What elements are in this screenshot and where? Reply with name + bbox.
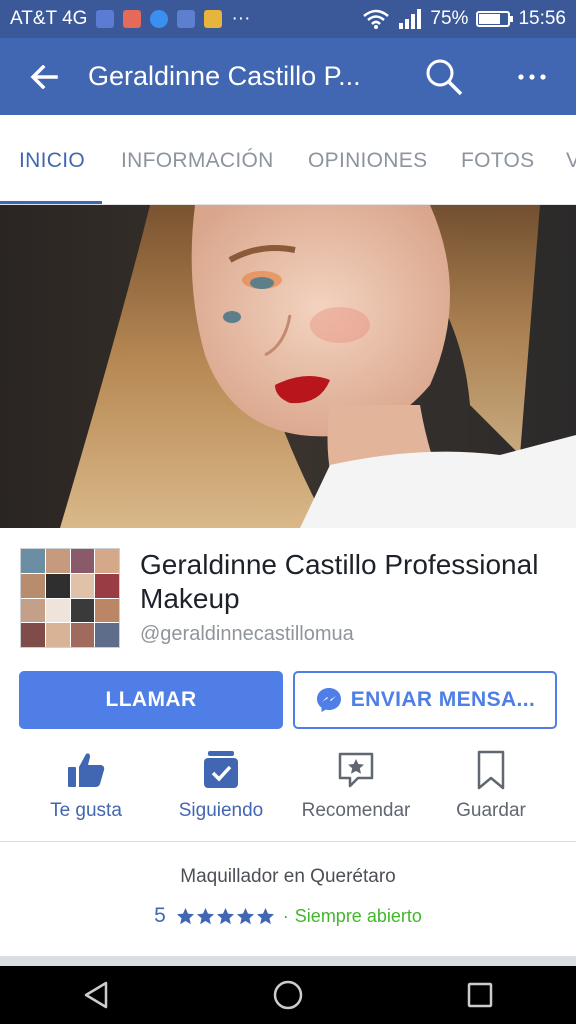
app-icon	[204, 10, 223, 28]
separator-dot: ·	[282, 905, 289, 926]
messenger-icon	[316, 688, 341, 712]
tab-inicio[interactable]: INICIO	[19, 115, 85, 204]
following-label: Siguiendo	[178, 800, 264, 821]
star-icon	[216, 907, 234, 924]
nav-recents-button[interactable]	[450, 966, 510, 1024]
recommend-icon	[338, 752, 374, 788]
thumbs-up-icon	[68, 753, 105, 787]
carrier-label: AT&T 4G	[10, 8, 88, 29]
section-separator	[0, 956, 576, 966]
page-name: Geraldinne Castillo Professional Makeup	[140, 549, 539, 614]
rating-stars	[176, 907, 275, 926]
battery-fill	[479, 14, 501, 24]
bookmark-icon	[477, 750, 505, 790]
recommend-action[interactable]: Recomendar	[284, 740, 428, 840]
circle-home-icon	[273, 980, 303, 1010]
back-button[interactable]	[0, 38, 88, 115]
tab-videos[interactable]: V	[566, 115, 576, 204]
save-action[interactable]: Guardar	[419, 740, 563, 840]
tab-fotos[interactable]: FOTOS	[461, 115, 534, 204]
more-options-button[interactable]	[488, 38, 576, 115]
square-recents-icon	[467, 982, 493, 1008]
facebook-icon	[177, 10, 196, 28]
star-icon	[176, 907, 194, 924]
battery-icon	[476, 11, 514, 27]
system-nav-bar	[0, 966, 576, 1024]
search-button[interactable]	[400, 38, 488, 115]
signal-icon	[399, 9, 422, 29]
triangle-back-icon	[84, 981, 108, 1009]
tab-bar: INICIO INFORMACIÓN OPINIONES FOTOS V	[0, 115, 576, 205]
save-label: Guardar	[456, 800, 526, 821]
messenger-icon	[150, 10, 169, 28]
divider	[0, 841, 576, 842]
rating-value: 5	[154, 904, 166, 927]
send-message-label: ENVIAR MENSA...	[350, 688, 536, 711]
more-notifications-icon: ···	[231, 8, 251, 29]
page-category[interactable]: Maquillador en Querétaro	[0, 866, 576, 888]
search-icon	[426, 59, 463, 95]
send-message-button[interactable]: ENVIAR MENSA...	[293, 671, 557, 729]
cover-photo-illustration	[0, 205, 576, 528]
following-icon	[204, 751, 238, 788]
action-row: Te gusta Siguiendo Recomendar Guardar	[0, 740, 576, 840]
sim-icon	[96, 10, 115, 28]
screen: AT&T 4G ··· 75% 15:56 Geraldinne Castill…	[0, 0, 576, 1024]
page-handle: @geraldinnecastillomua	[140, 623, 354, 645]
like-action[interactable]: Te gusta	[14, 740, 158, 840]
nav-home-button[interactable]	[258, 966, 318, 1024]
wifi-icon	[363, 9, 390, 29]
app-bar: Geraldinne Castillo P...	[0, 38, 576, 115]
gift-icon	[123, 10, 142, 28]
arrow-left-icon	[30, 64, 58, 89]
status-bar: AT&T 4G ··· 75% 15:56	[0, 0, 576, 38]
star-icon	[196, 907, 214, 924]
star-icon	[256, 907, 274, 924]
status-left: AT&T 4G ···	[10, 8, 250, 30]
cover-photo[interactable]	[0, 205, 576, 528]
page-title: Geraldinne Castillo P...	[88, 61, 361, 91]
battery-percent: 75%	[430, 8, 469, 29]
like-label: Te gusta	[50, 800, 122, 821]
profile-avatar[interactable]	[20, 548, 120, 648]
tab-informacion[interactable]: INFORMACIÓN	[121, 115, 274, 204]
nav-back-button[interactable]	[66, 966, 126, 1024]
clock: 15:56	[518, 8, 566, 29]
hours-status: Siempre abierto	[294, 905, 422, 926]
profile-header: Geraldinne Castillo Professional Makeup …	[0, 528, 576, 658]
tab-opiniones[interactable]: OPINIONES	[308, 115, 427, 204]
call-button[interactable]: LLAMAR	[19, 671, 283, 729]
following-action[interactable]: Siguiendo	[149, 740, 293, 840]
status-right: 75% 15:56	[362, 8, 566, 30]
star-icon	[236, 907, 254, 924]
recommend-label: Recomendar	[301, 800, 411, 821]
rating-row[interactable]: 5 · Siempre abierto	[0, 904, 576, 928]
more-icon	[518, 73, 546, 80]
